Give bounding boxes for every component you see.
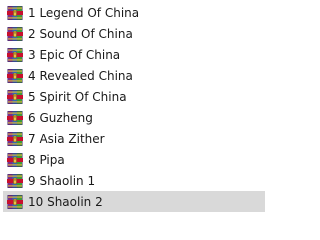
file-item[interactable]: 5 Spirit Of China <box>3 86 265 107</box>
file-item[interactable]: 6 Guzheng <box>3 107 265 128</box>
rar-archive-icon <box>7 89 23 105</box>
rar-archive-icon <box>7 47 23 63</box>
rar-archive-icon <box>7 152 23 168</box>
file-item[interactable]: 2 Sound Of China <box>3 23 265 44</box>
file-name: 6 Guzheng <box>28 110 93 125</box>
file-name: 8 Pipa <box>28 152 65 167</box>
rar-archive-icon <box>7 26 23 42</box>
file-name: 9 Shaolin 1 <box>28 173 96 188</box>
file-item[interactable]: 9 Shaolin 1 <box>3 170 265 191</box>
rar-archive-icon <box>7 110 23 126</box>
file-name: 3 Epic Of China <box>28 47 121 62</box>
file-item-selected[interactable]: 10 Shaolin 2 <box>3 191 265 212</box>
file-name: 2 Sound Of China <box>28 26 133 41</box>
file-item[interactable]: 1 Legend Of China <box>3 2 265 23</box>
file-name: 4 Revealed China <box>28 68 133 83</box>
rar-archive-icon <box>7 131 23 147</box>
file-item[interactable]: 8 Pipa <box>3 149 265 170</box>
file-item[interactable]: 7 Asia Zither <box>3 128 265 149</box>
file-item[interactable]: 4 Revealed China <box>3 65 265 86</box>
rar-archive-icon <box>7 173 23 189</box>
file-name: 5 Spirit Of China <box>28 89 127 104</box>
file-name: 7 Asia Zither <box>28 131 105 146</box>
rar-archive-icon <box>7 5 23 21</box>
rar-archive-icon <box>7 194 23 210</box>
rar-archive-icon <box>7 68 23 84</box>
file-name: 10 Shaolin 2 <box>28 194 103 209</box>
file-name: 1 Legend Of China <box>28 5 140 20</box>
file-list: 1 Legend Of China 2 Sound Of China 3 Epi… <box>0 0 265 216</box>
file-item[interactable]: 3 Epic Of China <box>3 44 265 65</box>
